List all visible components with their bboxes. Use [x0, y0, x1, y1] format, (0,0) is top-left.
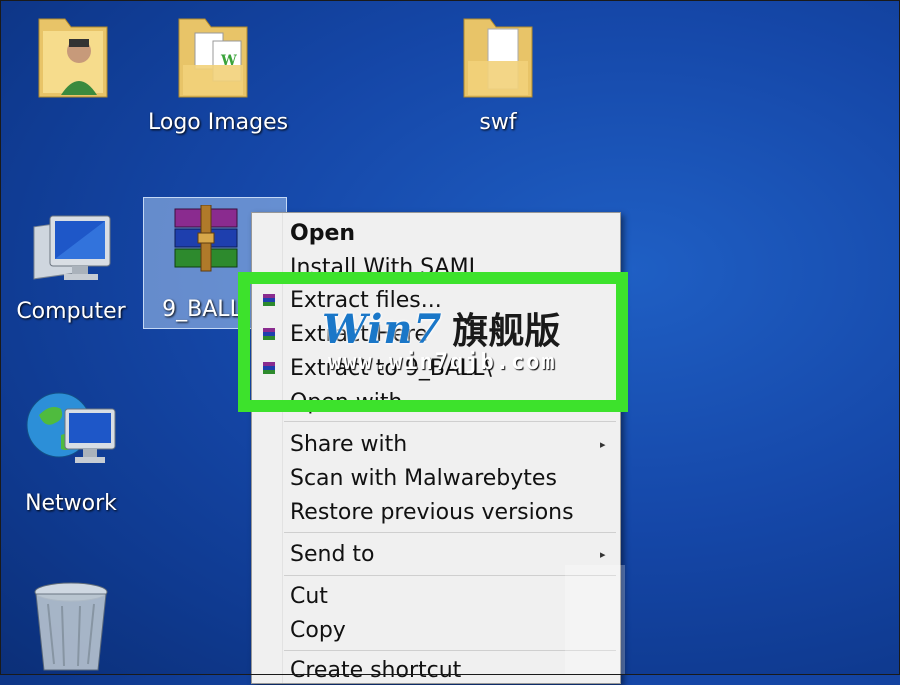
network-label: Network	[25, 491, 117, 516]
menu-item-share-with[interactable]: Share with	[290, 431, 407, 459]
screen-glare	[565, 565, 625, 675]
menu-item-create-shortcut[interactable]: Create shortcut	[290, 657, 461, 685]
desktop-icon-network[interactable]: Network	[6, 385, 136, 520]
menu-separator	[284, 532, 616, 533]
desktop-icon-swf[interactable]: swf	[433, 5, 563, 140]
user-folder-icon	[38, 18, 108, 98]
share-with-submenu-arrow-icon: ▸	[600, 438, 606, 451]
recycle-bin-icon	[34, 582, 108, 671]
desktop-icon-recycle-bin[interactable]	[6, 580, 136, 675]
desktop-icon-user-folder[interactable]	[5, 5, 135, 115]
logo-images-label: Logo Images	[148, 110, 289, 135]
send-to-submenu-arrow-icon: ▸	[600, 548, 606, 561]
menu-item-send-to[interactable]: Send to	[290, 541, 375, 569]
menu-item-restore-previous-versions[interactable]: Restore previous versions	[290, 499, 574, 527]
menu-separator	[284, 421, 616, 422]
winrar-archive-icon	[174, 205, 238, 272]
computer-icon	[33, 215, 111, 280]
extract-options-highlight-box	[238, 272, 628, 412]
desktop-icon-computer[interactable]: Computer	[6, 210, 136, 335]
desktop-icon-logo-images[interactable]: W Logo Images	[148, 5, 289, 140]
menu-item-cut[interactable]: Cut	[290, 583, 328, 611]
menu-item-copy[interactable]: Copy	[290, 617, 346, 645]
folder-icon: W	[178, 18, 248, 98]
menu-item-scan-with-malwarebytes[interactable]: Scan with Malwarebytes	[290, 465, 557, 493]
swf-label: swf	[479, 110, 517, 135]
folder-icon	[463, 18, 533, 98]
menu-item-open[interactable]: Open	[290, 220, 355, 248]
network-icon	[26, 392, 116, 463]
computer-label: Computer	[16, 299, 126, 324]
